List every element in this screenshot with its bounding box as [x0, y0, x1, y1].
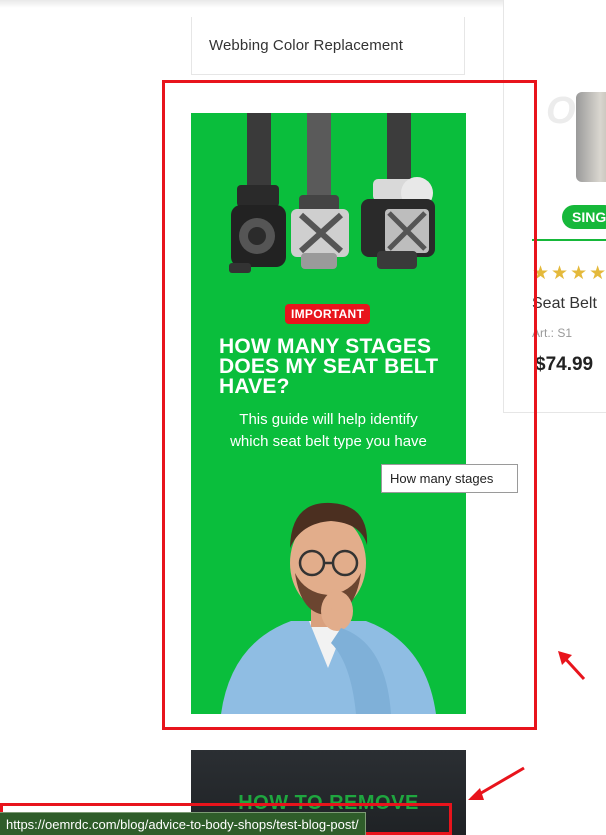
arrow-pointer-icon — [558, 651, 586, 681]
product-badge: SING — [562, 205, 606, 229]
arrow-pointer-icon — [468, 766, 525, 800]
product-price: $74.99 — [535, 354, 594, 375]
highlight-box-banner — [162, 80, 537, 730]
product-image[interactable] — [576, 92, 606, 182]
link-status-url: https://oemrdc.com/blog/advice-to-body-s… — [0, 812, 366, 835]
product-article: Art.: S1 — [532, 326, 573, 340]
product-name-link[interactable]: Seat Belt — [532, 295, 597, 313]
product-divider — [532, 239, 606, 241]
sidebar-item-label: Webbing Color Replacement — [209, 37, 403, 54]
sidebar-item-webbing-color-replacement[interactable]: Webbing Color Replacement — [191, 17, 465, 75]
page: Webbing Color Replacement OC SING ★★★★ S… — [0, 0, 606, 835]
product-rating-stars: ★★★★ — [532, 263, 606, 284]
